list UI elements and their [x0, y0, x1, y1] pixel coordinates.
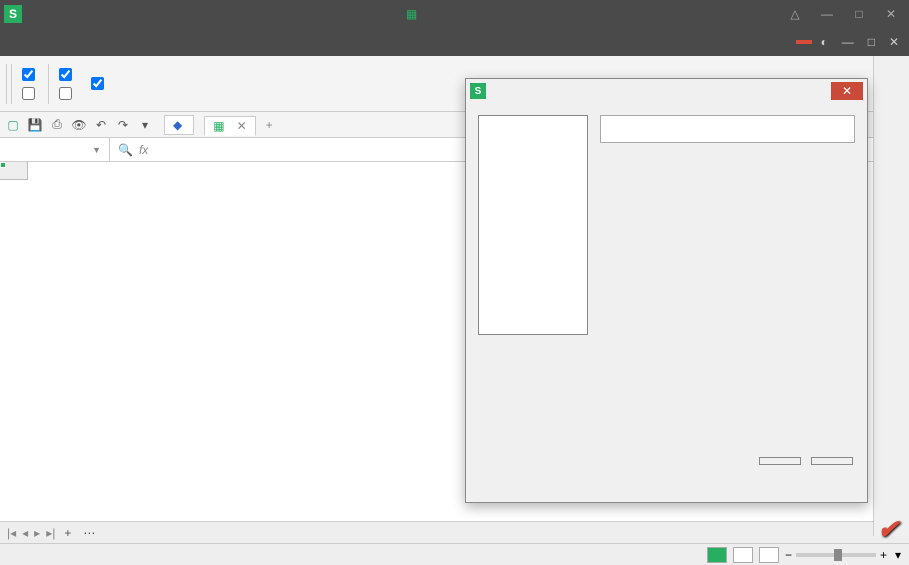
watermark: ✔ [873, 514, 899, 545]
close-icon[interactable]: ✕ [883, 35, 905, 49]
search-icon[interactable]: 🔍 [118, 143, 133, 157]
ok-button[interactable] [759, 457, 801, 465]
add-sheet-icon[interactable]: + [58, 526, 77, 540]
help-icon[interactable]: △ [781, 4, 809, 24]
close-icon[interactable]: ✕ [877, 4, 905, 24]
prev-sheet-icon[interactable]: ◂ [19, 526, 31, 540]
zoom-in-icon[interactable]: + [880, 548, 887, 562]
min-ribbon-icon[interactable]: — [836, 35, 860, 49]
doc-icon: ▦ [406, 7, 417, 21]
skin-icon[interactable]: ◐ [814, 35, 833, 49]
zoom-dropdown-icon[interactable]: ▾ [895, 548, 901, 562]
redo-icon[interactable]: ↷ [114, 116, 132, 134]
menu-bar: ◐ — □ ✕ [0, 28, 909, 56]
tab-close-icon[interactable]: ✕ [237, 119, 247, 133]
app-logo-icon: S [4, 5, 22, 23]
check-print[interactable] [55, 85, 79, 102]
normal-view-icon[interactable] [707, 547, 727, 563]
sheet-tabs: |◂ ◂ ▸ ▸| + ⋯ [0, 521, 909, 543]
doc-tab[interactable]: ▦✕ [204, 116, 255, 136]
zoom-control: − + ▾ [785, 548, 901, 562]
right-sidebar [873, 56, 909, 536]
zoom-slider[interactable] [796, 553, 876, 557]
document-title: ▦ [46, 7, 781, 21]
fx-icon[interactable]: fx [139, 143, 148, 157]
undo-icon[interactable]: ↶ [92, 116, 110, 134]
restore-window-icon[interactable]: □ [862, 35, 881, 49]
minimize-icon[interactable]: — [813, 4, 841, 24]
name-box[interactable]: ▼ [0, 138, 110, 161]
layout-view-icon[interactable] [733, 547, 753, 563]
first-sheet-icon[interactable]: |◂ [4, 526, 19, 540]
cell-format-dialog: S ✕ [465, 78, 868, 503]
window-buttons: △ — □ ✕ [781, 4, 905, 24]
login-button[interactable] [796, 40, 812, 44]
zoom-out-icon[interactable]: − [785, 548, 792, 562]
sheet-menu-icon[interactable]: ⋯ [77, 526, 101, 540]
maximize-icon[interactable]: □ [845, 4, 873, 24]
new-icon[interactable]: ▢ [4, 116, 22, 134]
preview-icon[interactable]: 👁 [70, 116, 88, 134]
cancel-button[interactable] [811, 457, 853, 465]
save-icon[interactable]: 💾 [26, 116, 44, 134]
next-sheet-icon[interactable]: ▸ [31, 526, 43, 540]
check-gridlines[interactable] [55, 66, 79, 83]
check-task-pane[interactable] [18, 85, 42, 102]
check-edit-bar[interactable] [18, 66, 42, 83]
dialog-logo-icon: S [470, 83, 486, 99]
print-icon[interactable]: ⎙ [48, 116, 66, 134]
category-list[interactable] [478, 115, 588, 335]
title-bar: S ▦ △ — □ ✕ [0, 0, 909, 28]
check-headings[interactable] [87, 75, 111, 92]
doc-tab[interactable]: ◆ [164, 115, 194, 135]
example-box [600, 115, 855, 143]
dialog-close-icon[interactable]: ✕ [831, 82, 863, 100]
last-sheet-icon[interactable]: ▸| [43, 526, 58, 540]
dialog-titlebar[interactable]: S ✕ [466, 79, 867, 103]
status-bar: − + ▾ [0, 543, 909, 565]
add-tab-icon[interactable]: + [266, 118, 273, 132]
more-icon[interactable]: ▾ [136, 116, 154, 134]
chevron-down-icon[interactable]: ▼ [92, 145, 101, 155]
break-view-icon[interactable] [759, 547, 779, 563]
